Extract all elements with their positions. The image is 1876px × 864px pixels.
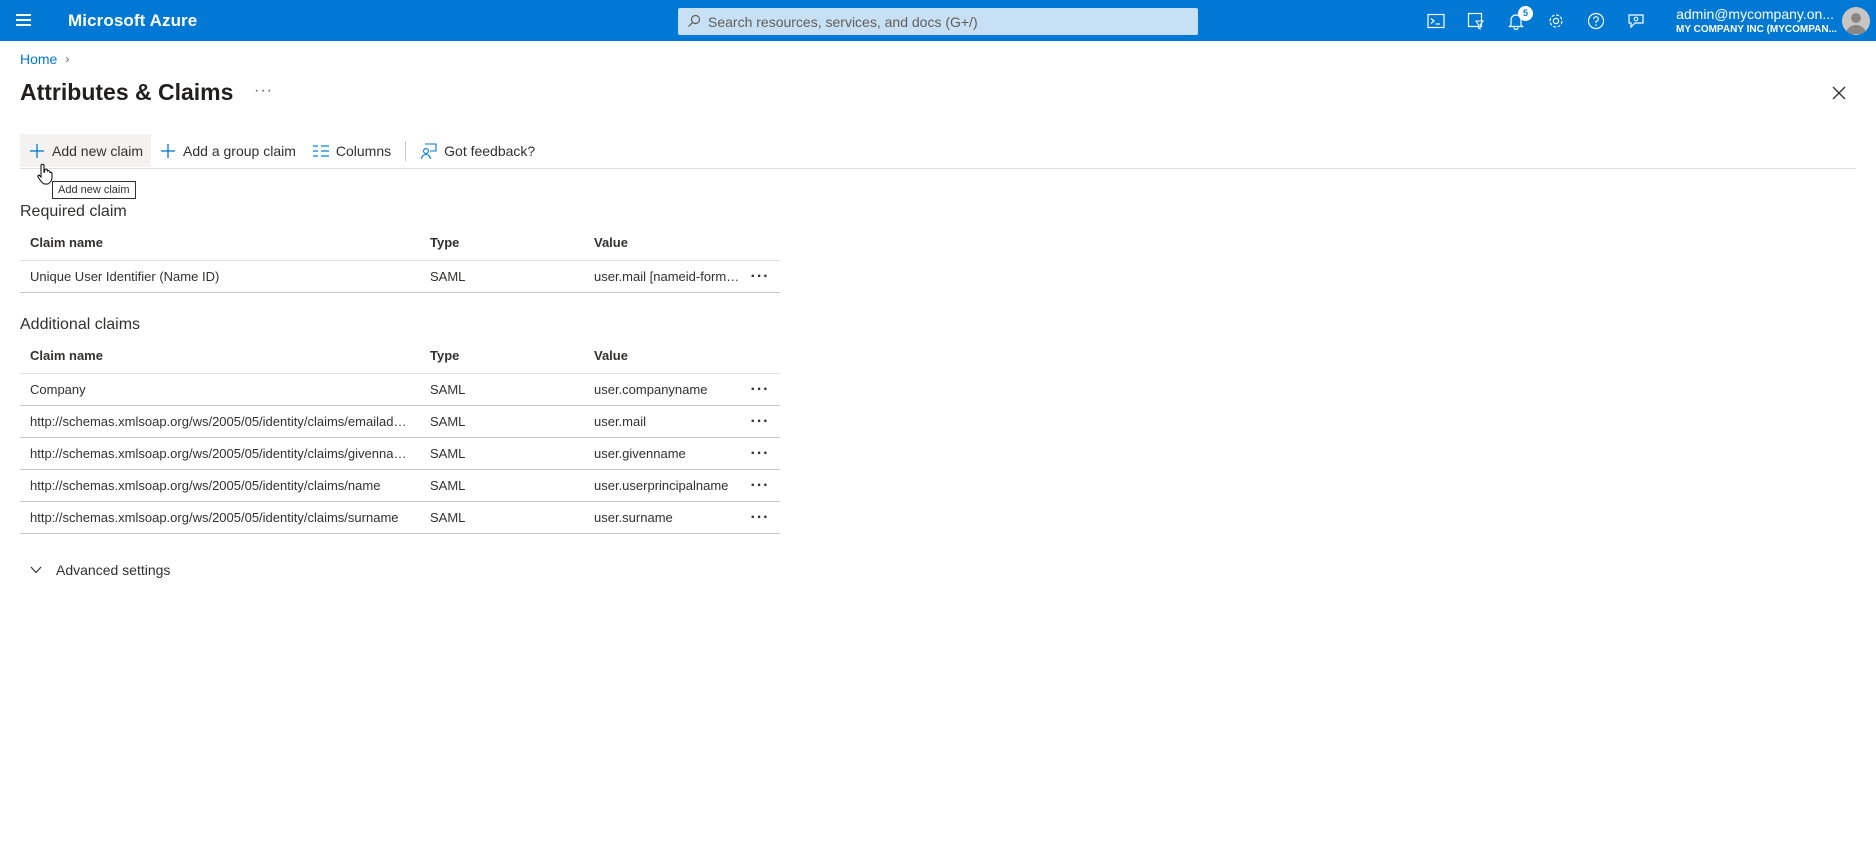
claim-value-cell: user.surname: [584, 501, 740, 534]
plus-icon: [159, 142, 177, 160]
advanced-settings-toggle[interactable]: Advanced settings: [30, 562, 170, 578]
tooltip: Add new claim: [52, 181, 136, 199]
add-new-claim-label: Add new claim: [52, 142, 144, 159]
claim-value-cell: user.mail: [584, 405, 740, 438]
more-actions-icon[interactable]: ···: [751, 413, 770, 430]
columns-label: Columns: [335, 142, 392, 159]
chevron-down-icon: [30, 566, 42, 574]
claim-name-cell[interactable]: http://schemas.xmlsoap.org/ws/2005/05/id…: [20, 437, 420, 470]
claim-name-cell[interactable]: http://schemas.xmlsoap.org/ws/2005/05/id…: [20, 405, 420, 438]
table-row[interactable]: Company SAML user.companyname ···: [20, 373, 780, 406]
claim-name-cell[interactable]: Unique User Identifier (Name ID): [20, 260, 420, 293]
portal-menu-icon[interactable]: [14, 11, 34, 29]
claim-value-cell: user.givenname: [584, 437, 740, 470]
columns-icon: [312, 142, 330, 160]
feedback-button[interactable]: Got feedback?: [412, 134, 543, 167]
brand-title[interactable]: Microsoft Azure: [68, 11, 197, 31]
row-actions-cell: ···: [740, 501, 780, 534]
row-actions-cell: ···: [740, 373, 780, 406]
table-row[interactable]: http://schemas.xmlsoap.org/ws/2005/05/id…: [20, 469, 780, 502]
claim-value-cell: user.companyname: [584, 373, 740, 406]
required-claim-heading: Required claim: [20, 203, 127, 220]
top-bar: Microsoft Azure 5 admin@mycompany.on... …: [0, 0, 1876, 41]
claim-value-cell: user.userprincipalname: [584, 469, 740, 502]
user-avatar-icon: [1846, 13, 1866, 34]
claim-type-cell: SAML: [420, 260, 584, 293]
table-header-row: Claim name Type Value: [20, 226, 780, 261]
columns-button[interactable]: Columns: [304, 134, 399, 167]
column-header-actions: [740, 339, 780, 374]
claim-type-cell: SAML: [420, 469, 584, 502]
breadcrumb: Home ›: [20, 51, 69, 67]
command-separator: [405, 140, 407, 161]
account-menu[interactable]: admin@mycompany.on... MY COMPANY INC (MY…: [1676, 6, 1837, 36]
feedback-icon[interactable]: [1624, 9, 1648, 33]
column-header-actions: [740, 226, 780, 261]
claim-name-cell[interactable]: http://schemas.xmlsoap.org/ws/2005/05/id…: [20, 469, 420, 502]
column-header-claim-name[interactable]: Claim name: [20, 226, 420, 261]
global-search[interactable]: [678, 8, 1198, 35]
help-icon[interactable]: [1584, 9, 1608, 33]
feedback-label: Got feedback?: [444, 142, 536, 159]
account-organization: MY COMPANY INC (MYCOMPAN...: [1676, 24, 1837, 35]
account-email: admin@mycompany.on...: [1676, 6, 1834, 22]
row-actions-cell: ···: [740, 469, 780, 502]
column-header-claim-name[interactable]: Claim name: [20, 339, 420, 374]
row-actions-cell: ···: [740, 405, 780, 438]
claim-type-cell: SAML: [420, 405, 584, 438]
page-title: Attributes & Claims: [20, 79, 234, 105]
column-header-value[interactable]: Value: [584, 339, 740, 374]
notification-count-badge: 5: [1518, 6, 1533, 21]
more-actions-icon[interactable]: ···: [751, 477, 770, 494]
column-header-type[interactable]: Type: [420, 226, 584, 261]
directory-filter-icon[interactable]: [1464, 9, 1488, 33]
table-row[interactable]: http://schemas.xmlsoap.org/ws/2005/05/id…: [20, 501, 780, 534]
row-actions-cell: ···: [740, 260, 780, 293]
claim-type-cell: SAML: [420, 373, 584, 406]
claim-type-cell: SAML: [420, 437, 584, 470]
add-group-claim-label: Add a group claim: [183, 142, 296, 159]
additional-claims-table: Claim name Type Value Company SAML user.…: [20, 339, 780, 534]
search-icon: [688, 14, 701, 27]
claim-name-cell[interactable]: http://schemas.xmlsoap.org/ws/2005/05/id…: [20, 501, 420, 534]
command-bar: Add new claim Add a group claim Columns …: [20, 133, 1856, 169]
more-actions-icon[interactable]: ···: [751, 381, 770, 398]
more-actions-icon[interactable]: ···: [751, 509, 770, 526]
cloud-shell-icon[interactable]: [1424, 9, 1448, 33]
avatar[interactable]: [1842, 7, 1870, 35]
claim-name-cell[interactable]: Company: [20, 373, 420, 406]
settings-icon[interactable]: [1544, 9, 1568, 33]
additional-claims-heading: Additional claims: [20, 316, 141, 333]
more-actions-icon[interactable]: ···: [751, 268, 770, 285]
chevron-right-icon: ›: [65, 52, 70, 66]
add-group-claim-button[interactable]: Add a group claim: [151, 134, 304, 167]
claim-value-cell: user.mail [nameid-forma...: [584, 260, 740, 293]
search-input[interactable]: [708, 8, 1188, 35]
table-row[interactable]: Unique User Identifier (Name ID) SAML us…: [20, 260, 780, 293]
notifications-icon[interactable]: 5: [1504, 6, 1533, 33]
table-row[interactable]: http://schemas.xmlsoap.org/ws/2005/05/id…: [20, 437, 780, 470]
table-row[interactable]: http://schemas.xmlsoap.org/ws/2005/05/id…: [20, 405, 780, 438]
feedback-person-icon: [420, 142, 438, 160]
column-header-type[interactable]: Type: [420, 339, 584, 374]
plus-icon: [28, 142, 46, 160]
breadcrumb-home-link[interactable]: Home: [20, 51, 57, 67]
column-header-value[interactable]: Value: [584, 226, 740, 261]
required-claims-table: Claim name Type Value Unique User Identi…: [20, 226, 780, 293]
more-options-icon[interactable]: ···: [254, 82, 273, 100]
row-actions-cell: ···: [740, 437, 780, 470]
more-actions-icon[interactable]: ···: [751, 445, 770, 462]
close-icon[interactable]: [1830, 84, 1848, 102]
claim-type-cell: SAML: [420, 501, 584, 534]
advanced-settings-label: Advanced settings: [56, 562, 171, 578]
table-header-row: Claim name Type Value: [20, 339, 780, 374]
